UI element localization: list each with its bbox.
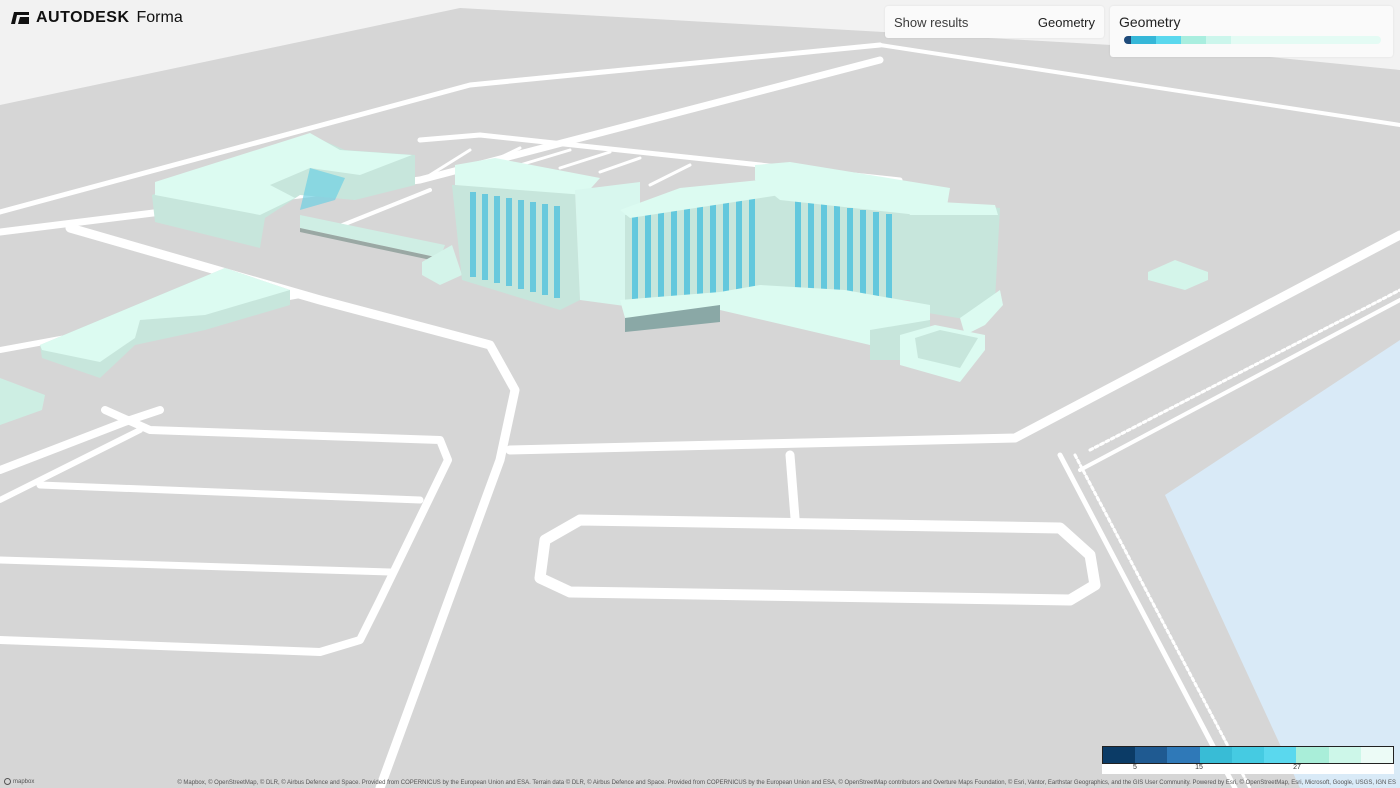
geometry-legend-segment	[1206, 36, 1232, 44]
mapbox-icon	[4, 778, 11, 785]
scale-tick-label: 15	[1195, 764, 1203, 771]
geometry-legend-panel: Geometry	[1110, 6, 1393, 57]
geometry-legend-segment	[1124, 36, 1132, 44]
color-scale-segment	[1103, 747, 1136, 763]
color-scale-segment	[1328, 747, 1361, 763]
map-attribution[interactable]: © Mapbox, © OpenStreetMap, © DLR, © Airb…	[177, 780, 1396, 786]
geometry-legend-segment	[1231, 36, 1282, 44]
color-scale-segment	[1264, 747, 1297, 763]
autodesk-logo-icon	[11, 12, 29, 24]
geometry-legend-segment	[1156, 36, 1182, 44]
geometry-legend-segment	[1281, 36, 1332, 44]
show-results-label: Show results	[894, 14, 969, 30]
color-scale-legend: 5 15 27	[1102, 746, 1394, 774]
color-scale-labels: 5 15 27	[1102, 764, 1394, 774]
product-name: Forma	[136, 9, 183, 26]
show-results-value: Geometry	[1037, 14, 1095, 30]
color-scale-segment	[1231, 747, 1265, 763]
scale-tick-label: 5	[1133, 764, 1137, 771]
scale-tick-label: 27	[1293, 764, 1301, 771]
show-results-dropdown[interactable]: Show results Geometry	[885, 6, 1104, 38]
color-scale-bar	[1102, 746, 1394, 764]
color-scale-segment	[1167, 747, 1200, 763]
geometry-legend-segment	[1181, 36, 1207, 44]
map-3d-viewport[interactable]	[0, 0, 1400, 788]
brand-wordmark: AUTODESK	[36, 9, 130, 26]
mapbox-label: mapbox	[13, 778, 35, 785]
color-scale-segment	[1135, 747, 1168, 763]
geometry-legend-segment	[1131, 36, 1157, 44]
autodesk-forma-logo: AUTODESK Forma	[11, 9, 183, 27]
geometry-legend-title: Geometry	[1119, 14, 1181, 30]
geometry-legend-bar	[1124, 36, 1381, 44]
color-scale-segment	[1199, 747, 1232, 763]
geometry-legend-segment	[1331, 36, 1381, 44]
mapbox-logo[interactable]: mapbox	[4, 778, 34, 785]
color-scale-segment	[1360, 747, 1393, 763]
color-scale-segment	[1296, 747, 1329, 763]
